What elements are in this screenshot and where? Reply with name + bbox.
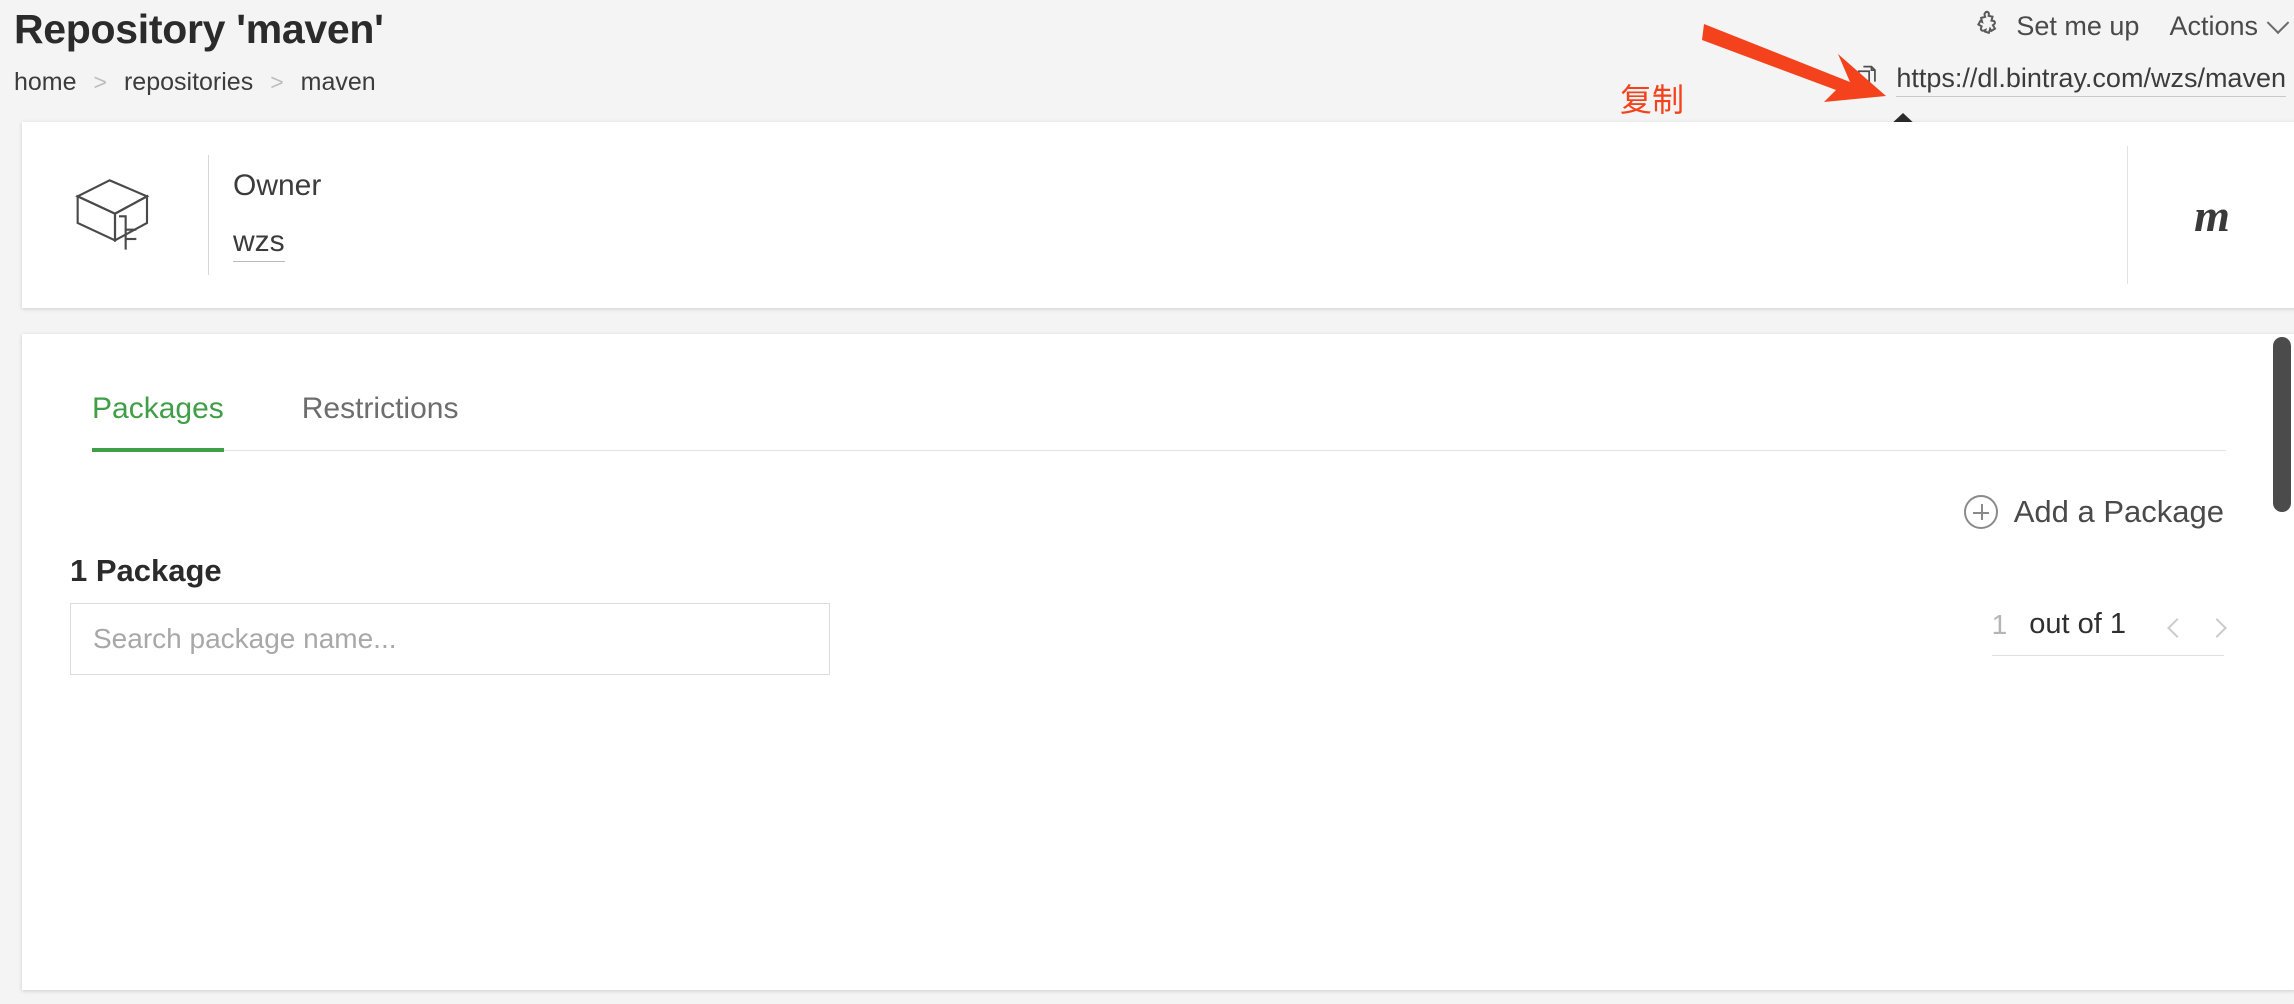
- pagination-total-label: out of 1: [2029, 608, 2126, 640]
- owner-card: Owner wzs m: [22, 122, 2294, 308]
- pagination-arrows: [2167, 618, 2227, 641]
- repo-url-text[interactable]: https://dl.bintray.com/wzs/maven: [1896, 63, 2286, 97]
- plus-circle-icon: [1963, 495, 1998, 529]
- repository-page: Repository 'maven' home > repositories >…: [0, 0, 2294, 1004]
- owner-label: Owner: [233, 168, 322, 202]
- tab-packages-label: Packages: [92, 392, 224, 425]
- annotation-label: 复制: [1620, 81, 1685, 119]
- breadcrumb-item-home[interactable]: home: [14, 68, 77, 97]
- owner-info: Owner wzs: [209, 169, 321, 262]
- set-me-up-label: Set me up: [2016, 11, 2140, 41]
- actions-label: Actions: [2169, 11, 2258, 41]
- page-header: Repository 'maven' home > repositories >…: [0, 0, 2294, 187]
- repo-url-row: https://dl.bintray.com/wzs/maven: [1854, 62, 2286, 97]
- puzzle-piece-icon: [1974, 8, 2004, 45]
- repository-box-icon: [22, 167, 208, 263]
- breadcrumb: home > repositories > maven: [14, 68, 376, 97]
- chevron-left-icon[interactable]: [2167, 618, 2187, 638]
- chevron-right-icon[interactable]: [2207, 618, 2227, 638]
- tab-bar: Packages Restrictions: [92, 382, 2226, 452]
- tab-restrictions-label: Restrictions: [301, 392, 459, 425]
- header-actions: Set me up Actions: [1974, 8, 2290, 45]
- set-me-up-button[interactable]: Set me up: [1974, 8, 2139, 45]
- breadcrumb-item-repositories[interactable]: repositories: [124, 68, 253, 97]
- maven-logo: m: [2194, 189, 2230, 241]
- add-package-button[interactable]: Add a Package: [1963, 494, 2224, 530]
- breadcrumb-separator-icon: >: [270, 69, 284, 95]
- chevron-down-icon: [2266, 10, 2290, 34]
- page-scrollbar-thumb[interactable]: [2273, 337, 2291, 512]
- search-input[interactable]: [70, 603, 830, 675]
- breadcrumb-separator-icon: >: [93, 69, 107, 95]
- package-count-label: 1 Package: [70, 553, 222, 588]
- owner-link[interactable]: wzs: [233, 225, 285, 262]
- package-type-section: m: [2127, 122, 2294, 308]
- breadcrumb-item-maven[interactable]: maven: [301, 68, 376, 97]
- actions-dropdown[interactable]: Actions: [2169, 10, 2290, 42]
- tab-restrictions[interactable]: Restrictions: [302, 382, 459, 450]
- pagination: 1 out of 1: [1991, 608, 2227, 656]
- annotation-arrow-icon: [1700, 10, 1910, 120]
- pagination-current-page[interactable]: 1: [1992, 609, 2008, 641]
- page-title: Repository 'maven': [14, 6, 384, 52]
- tab-packages[interactable]: Packages: [92, 382, 224, 452]
- add-package-label: Add a Package: [2013, 494, 2224, 529]
